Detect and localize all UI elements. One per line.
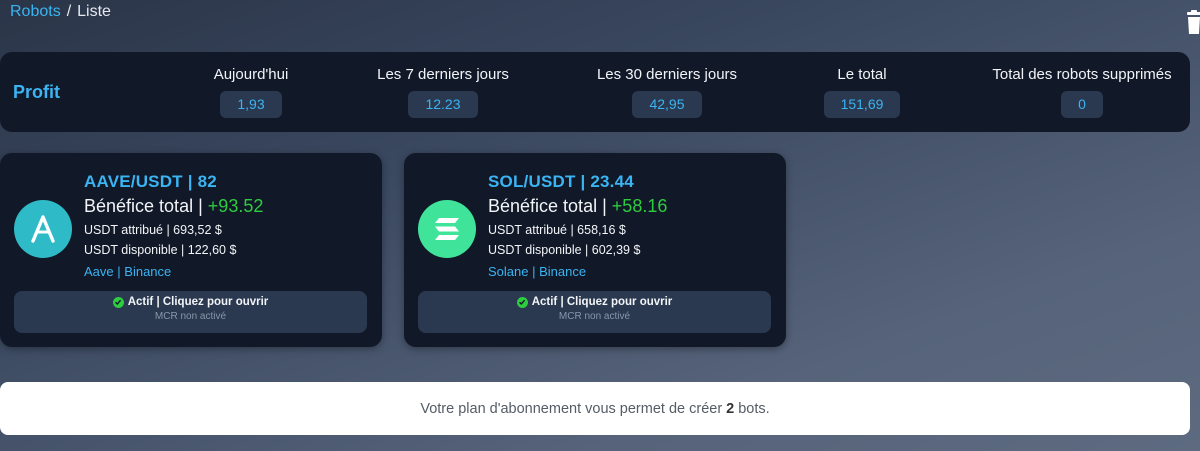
bot-total-profit: Bénéfice total | +58.16 (488, 196, 667, 217)
bot-status: Actif | Cliquez pour ouvrir (418, 296, 771, 308)
bot-usdt-allocated: USDT attribué | 658,16 $ (488, 223, 626, 237)
bot-profit-value: +58.16 (611, 196, 668, 216)
breadcrumb-current: Liste (77, 3, 111, 20)
bot-pair: AAVE/USDT | 82 (84, 172, 217, 191)
stat-30-days: Les 30 derniers jours 42,95 (592, 66, 742, 118)
bot-usdt-available: USDT disponible | 602,39 $ (488, 243, 641, 257)
bot-coin-exchange: Solane | Binance (488, 264, 667, 279)
bot-profit-separator: | (198, 196, 203, 216)
stat-value: 0 (1061, 91, 1103, 118)
bot-status-text: Actif | Cliquez pour ouvrir (127, 296, 269, 308)
bot-usdt-allocated: USDT attribué | 693,52 $ (84, 223, 222, 237)
bot-status-box[interactable]: Actif | Cliquez pour ouvrir MCR non acti… (14, 291, 367, 333)
stat-value: 12.23 (408, 91, 478, 118)
bot-status: Actif | Cliquez pour ouvrir (14, 296, 367, 308)
stat-today: Aujourd'hui 1,93 (208, 66, 294, 118)
bot-profit-value: +93.52 (207, 196, 264, 216)
stat-label: Le total (837, 66, 887, 83)
stat-value: 1,93 (220, 91, 282, 118)
bot-meta-separator: | (117, 264, 121, 279)
bot-card-aave[interactable]: AAVE/USDT | 82 Bénéfice total | +93.52 U… (0, 153, 382, 347)
check-circle-icon (516, 296, 528, 308)
trash-icon[interactable] (1185, 10, 1200, 36)
stat-total: Le total 151,69 (818, 66, 906, 118)
notice-text-after: bots. (738, 400, 770, 417)
bot-profit-label: Bénéfice total (84, 196, 194, 216)
notice-bot-count: 2 (726, 400, 735, 417)
subscription-notice: Votre plan d'abonnement vous permet de c… (0, 382, 1190, 435)
bot-status-text: Actif | Cliquez pour ouvrir (531, 296, 673, 308)
bot-coin-exchange: Aave | Binance (84, 264, 263, 279)
stat-label: Les 30 derniers jours (596, 66, 738, 83)
bot-total-profit: Bénéfice total | +93.52 (84, 196, 263, 217)
bot-mcr-status: MCR non activé (154, 311, 227, 322)
notice-text-before: Votre plan d'abonnement vous permet de c… (420, 400, 723, 417)
stat-label: Aujourd'hui (213, 66, 289, 83)
aave-icon (14, 200, 72, 258)
breadcrumb-robots-link[interactable]: Robots (10, 3, 61, 21)
bot-coin: Solane (488, 264, 529, 279)
bot-exchange: Binance (539, 264, 587, 279)
check-circle-icon (112, 296, 124, 308)
bot-meta-separator: | (532, 264, 536, 279)
bot-mcr-status: MCR non activé (558, 311, 631, 322)
bot-profit-label: Bénéfice total (488, 196, 598, 216)
bot-info: SOL/USDT | 23.44 Bénéfice total | +58.16… (488, 172, 667, 279)
bot-profit-separator: | (602, 196, 607, 216)
stat-label: Total des robots supprimés (992, 66, 1172, 83)
stat-deleted-bots: Total des robots supprimés 0 (985, 66, 1179, 118)
stat-value: 42,95 (632, 91, 702, 118)
bot-exchange: Binance (124, 264, 172, 279)
stat-value: 151,69 (823, 91, 901, 118)
bot-pair: SOL/USDT | 23.44 (488, 172, 634, 191)
bot-status-box[interactable]: Actif | Cliquez pour ouvrir MCR non acti… (418, 291, 771, 333)
stat-label: Les 7 derniers jours (377, 66, 509, 83)
solana-icon (418, 200, 476, 258)
bot-usdt-available: USDT disponible | 122,60 $ (84, 243, 237, 257)
breadcrumb: Robots / Liste (10, 3, 111, 21)
profit-summary-panel: Profit Aujourd'hui 1,93 Les 7 derniers j… (0, 52, 1190, 132)
bot-coin: Aave (84, 264, 114, 279)
profit-title: Profit (13, 82, 60, 102)
bot-info: AAVE/USDT | 82 Bénéfice total | +93.52 U… (84, 172, 263, 279)
bot-card-sol[interactable]: SOL/USDT | 23.44 Bénéfice total | +58.16… (404, 153, 786, 347)
stat-7-days: Les 7 derniers jours 12.23 (373, 66, 513, 118)
breadcrumb-separator: / (66, 3, 72, 20)
